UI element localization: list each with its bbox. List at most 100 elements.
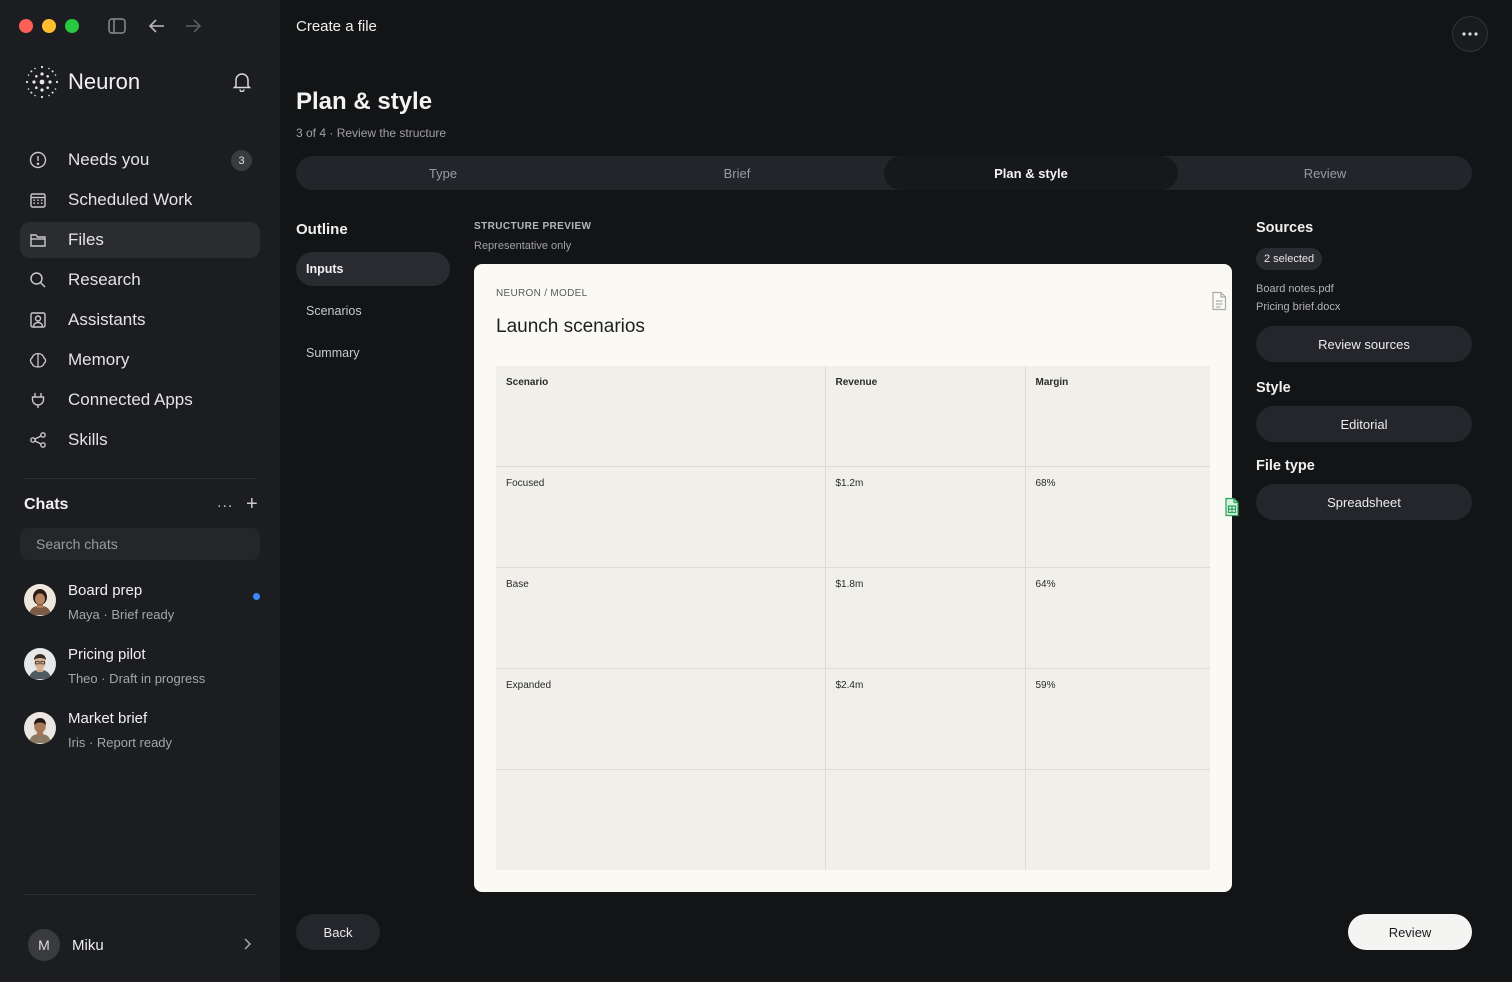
sidebar-item-memory[interactable]: Memory: [20, 342, 260, 378]
window-close-button[interactable]: [19, 19, 33, 33]
sidebar-item-skills[interactable]: Skills: [20, 422, 260, 458]
forward-arrow-icon[interactable]: [183, 17, 203, 35]
sidebar-item-label: Research: [68, 270, 141, 289]
chat-item-market-brief[interactable]: Market brief Iris · Report ready: [24, 710, 260, 760]
sidebar-divider: [24, 478, 256, 479]
alert-circle-icon: [29, 151, 47, 169]
tab-type[interactable]: Type: [296, 156, 590, 190]
search-icon: [30, 272, 46, 288]
chat-item-board-prep[interactable]: Board prep Maya · Brief ready: [24, 582, 260, 632]
table-row: Base $1.8m 64%: [496, 567, 1210, 669]
plug-icon: [31, 393, 45, 408]
assistant-icon: [30, 312, 46, 328]
app-name: Neuron: [68, 69, 141, 94]
spreadsheet-icon: [1225, 497, 1239, 517]
user-name: Miku: [72, 937, 104, 954]
sidebar-item-scheduled-work[interactable]: Scheduled Work: [20, 182, 260, 218]
scenario-table: Scenario Revenue Margin Focused $1.2m 68…: [496, 366, 1210, 870]
table-cell: 68%: [1024, 466, 1210, 569]
window-maximize-button[interactable]: [65, 19, 79, 33]
doc-breadcrumb: NEURON / MODEL: [496, 288, 588, 299]
main-content: Create a file Plan & style 3 of 4 · Revi…: [280, 0, 1512, 982]
sources-title: Sources: [1256, 220, 1314, 236]
file-type-select[interactable]: Spreadsheet: [1256, 484, 1472, 520]
table-cell: Base: [496, 567, 826, 669]
sidebar-item-research[interactable]: Research: [20, 262, 260, 298]
sidebar-toggle-icon[interactable]: [107, 17, 127, 35]
column-header: Revenue: [824, 366, 1026, 468]
table-cell: Focused: [496, 466, 826, 569]
chats-more-button[interactable]: ...: [217, 494, 233, 512]
table-cell: $2.4m: [824, 667, 1026, 770]
outline-title: Outline: [296, 221, 348, 238]
window-minimize-button[interactable]: [42, 19, 56, 33]
style-select[interactable]: Editorial: [1256, 406, 1472, 442]
document-preview: NEURON / MODEL Launch scenarios Scenario…: [474, 264, 1232, 892]
bell-icon[interactable]: [231, 70, 253, 92]
avatar-iris: [24, 712, 56, 744]
document-icon: [1212, 291, 1227, 311]
more-options-button[interactable]: [1452, 16, 1488, 52]
table-row: Expanded $2.4m 59%: [496, 667, 1210, 770]
new-chat-button[interactable]: +: [246, 494, 258, 514]
table-row: [496, 768, 1210, 870]
page-header: Create a file: [296, 18, 377, 35]
needs-you-badge: 3: [231, 150, 252, 171]
doc-title: Launch scenarios: [496, 316, 645, 337]
sources-selected-chip[interactable]: 2 selected: [1256, 248, 1323, 270]
more-horizontal-icon: [1462, 32, 1478, 36]
table-cell: [496, 768, 826, 870]
review-sources-button[interactable]: Review sources: [1256, 326, 1472, 362]
chat-subtitle: Maya · Brief ready: [68, 607, 175, 622]
sidebar-item-label: Files: [68, 230, 104, 249]
sidebar-item-connected-apps[interactable]: Connected Apps: [20, 382, 260, 418]
source-file: Pricing brief.docx: [1256, 301, 1341, 313]
step-tabs: Type Brief Plan & style Review: [296, 156, 1472, 190]
sidebar-item-label: Assistants: [68, 310, 146, 329]
outline-item-summary[interactable]: Summary: [296, 336, 450, 370]
outline-item-inputs[interactable]: Inputs: [296, 252, 450, 286]
avatar-maya: [24, 584, 56, 616]
column-header: Scenario: [496, 366, 826, 468]
sidebar-footer-divider: [24, 894, 256, 895]
sidebar-item-label: Needs you: [68, 150, 150, 169]
share-nodes-icon: [30, 432, 46, 448]
table-row: Focused $1.2m 68%: [496, 466, 1210, 569]
chat-subtitle: Iris · Report ready: [68, 735, 173, 750]
chat-title: Market brief: [68, 710, 148, 727]
table-cell: [1024, 768, 1210, 870]
search-chats-input[interactable]: [20, 528, 260, 560]
tab-plan-style[interactable]: Plan & style: [884, 156, 1178, 190]
sidebar-item-assistants[interactable]: Assistants: [20, 302, 260, 338]
sidebar-item-files[interactable]: Files: [20, 222, 260, 258]
avatar-theo: [24, 648, 56, 680]
outline-item-scenarios[interactable]: Scenarios: [296, 294, 450, 328]
sidebar-item-needs-you[interactable]: Needs you 3: [20, 142, 260, 178]
sidebar-item-label: Memory: [68, 350, 130, 369]
chat-item-pricing-pilot[interactable]: Pricing pilot Theo · Draft in progress: [24, 646, 260, 696]
column-header: Margin: [1024, 366, 1210, 468]
source-file: Board notes.pdf: [1256, 283, 1334, 295]
table-header-row: Scenario Revenue Margin: [496, 366, 1210, 468]
table-cell: $1.8m: [824, 567, 1026, 669]
user-menu[interactable]: M Miku: [28, 929, 260, 961]
structure-preview-label: STRUCTURE PREVIEW: [474, 221, 592, 232]
folder-icon: [30, 234, 46, 247]
style-title: Style: [1256, 380, 1291, 396]
chat-title: Board prep: [68, 582, 143, 599]
back-button[interactable]: Back: [296, 914, 380, 950]
table-cell: Expanded: [496, 667, 826, 770]
unread-dot: [253, 593, 260, 600]
table-cell: $1.2m: [824, 466, 1026, 569]
tab-brief[interactable]: Brief: [590, 156, 884, 190]
tab-review[interactable]: Review: [1178, 156, 1472, 190]
sidebar-item-label: Skills: [68, 430, 108, 449]
chats-title: Chats: [24, 496, 69, 513]
user-avatar: M: [28, 929, 60, 961]
step-indicator: 3 of 4 · Review the structure: [296, 126, 447, 140]
back-arrow-icon[interactable]: [147, 17, 167, 35]
file-type-title: File type: [1256, 458, 1315, 474]
review-button[interactable]: Review: [1348, 914, 1472, 950]
sidebar-item-label: Scheduled Work: [68, 190, 193, 209]
neuron-logo-icon: [25, 65, 59, 99]
